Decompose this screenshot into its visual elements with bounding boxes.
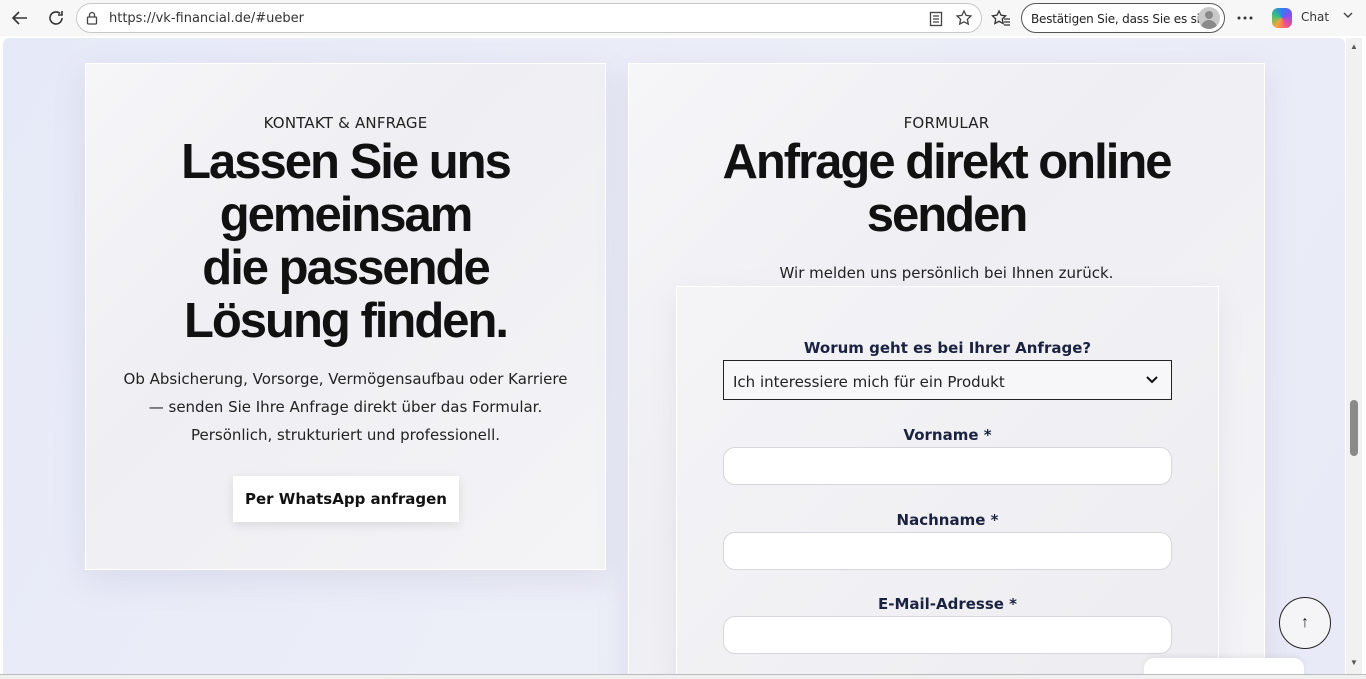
heading-line: die passende bbox=[202, 241, 490, 295]
contact-eyebrow: KONTAKT & ANFRAGE bbox=[263, 114, 428, 132]
form-heading: Anfrage direkt online senden bbox=[629, 136, 1264, 242]
topic-label: Worum geht es bei Ihrer Anfrage? bbox=[803, 339, 1092, 357]
first-name-input[interactable] bbox=[723, 447, 1172, 485]
favorite-star-icon[interactable] bbox=[955, 9, 973, 32]
url-text: https://vk-financial.de/#ueber bbox=[109, 11, 304, 26]
topic-select[interactable]: Ich interessiere mich für ein Produkt bbox=[723, 360, 1172, 400]
description-line: — senden Sie Ihre Anfrage direkt über da… bbox=[148, 398, 543, 416]
page-viewport: KONTAKT & ANFRAGE Lassen Sie uns gemeins… bbox=[3, 38, 1345, 674]
first-name-label: Vorname * bbox=[903, 426, 992, 444]
description-line: Ob Absicherung, Vorsorge, Vermögensaufba… bbox=[123, 370, 568, 388]
window-bottom-edge bbox=[0, 674, 1366, 679]
contact-card: KONTAKT & ANFRAGE Lassen Sie uns gemeins… bbox=[85, 63, 606, 570]
heading-line: Lassen Sie uns bbox=[181, 135, 512, 189]
profile-button[interactable]: Bestätigen Sie, dass Sie es sind bbox=[1021, 3, 1225, 33]
scrollbar-thumb[interactable] bbox=[1350, 400, 1358, 456]
heading-line: Lösung finden. bbox=[183, 294, 509, 348]
copilot-chat-button[interactable]: Chat bbox=[1268, 4, 1360, 32]
description-line: Persönlich, strukturiert und professione… bbox=[190, 426, 501, 444]
chevron-down-icon[interactable] bbox=[1342, 9, 1354, 24]
email-label: E-Mail-Adresse * bbox=[877, 595, 1018, 613]
form-subtext: Wir melden uns persönlich bei Ihnen zurü… bbox=[779, 264, 1114, 282]
contact-description: Ob Absicherung, Vorsorge, Vermögensaufba… bbox=[86, 365, 605, 449]
form-card: FORMULAR Anfrage direkt online senden Wi… bbox=[628, 63, 1265, 674]
request-form: Worum geht es bei Ihrer Anfrage? Ich int… bbox=[676, 286, 1219, 674]
last-name-label: Nachname * bbox=[896, 511, 999, 529]
bottom-widget[interactable] bbox=[1144, 658, 1304, 674]
back-to-top-button[interactable]: ↑ bbox=[1279, 597, 1331, 649]
form-eyebrow: FORMULAR bbox=[903, 114, 990, 132]
back-icon[interactable] bbox=[8, 6, 32, 30]
copilot-icon bbox=[1272, 8, 1292, 28]
address-bar[interactable]: https://vk-financial.de/#ueber bbox=[76, 3, 982, 33]
vertical-scrollbar[interactable]: ▲ ▼ bbox=[1346, 38, 1362, 674]
email-input[interactable] bbox=[723, 616, 1172, 654]
scroll-down-icon[interactable]: ▼ bbox=[1349, 658, 1359, 668]
chevron-down-icon bbox=[1145, 372, 1159, 386]
heading-line: gemeinsam bbox=[219, 188, 474, 242]
browser-toolbar: https://vk-financial.de/#ueber Bestätige… bbox=[0, 0, 1366, 36]
more-options-icon[interactable] bbox=[1233, 6, 1257, 30]
last-name-input[interactable] bbox=[723, 532, 1172, 570]
favorites-icon[interactable] bbox=[989, 6, 1013, 30]
reload-icon[interactable] bbox=[44, 6, 68, 30]
heading-line: senden bbox=[866, 188, 1029, 242]
lock-icon[interactable] bbox=[85, 11, 99, 30]
avatar bbox=[1198, 7, 1220, 29]
whatsapp-request-button[interactable]: Per WhatsApp anfragen bbox=[233, 476, 459, 522]
scroll-up-icon[interactable]: ▲ bbox=[1349, 42, 1359, 52]
chat-label: Chat bbox=[1301, 10, 1330, 24]
arrow-up-icon: ↑ bbox=[1301, 614, 1309, 631]
heading-line: Anfrage direkt online bbox=[722, 135, 1172, 189]
profile-label: Bestätigen Sie, dass Sie es sind bbox=[1031, 12, 1215, 26]
contact-heading: Lassen Sie uns gemeinsam die passende Lö… bbox=[86, 136, 605, 348]
topic-select-value: Ich interessiere mich für ein Produkt bbox=[733, 373, 1005, 391]
reader-mode-icon[interactable] bbox=[929, 11, 943, 32]
